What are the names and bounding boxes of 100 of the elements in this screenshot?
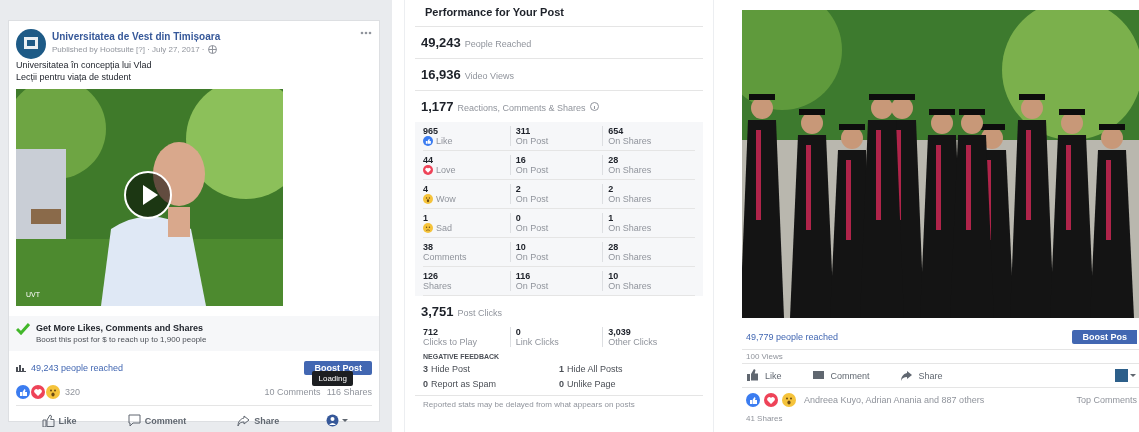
stat-label: Post Clicks xyxy=(457,308,503,318)
wow-reaction-icon xyxy=(782,393,796,407)
feedback-label: Hide All Posts xyxy=(567,364,623,374)
breakdown-value: 2 xyxy=(608,184,615,194)
breakdown-value: 654 xyxy=(608,126,625,136)
info-icon xyxy=(589,102,599,111)
breakdown-label: On Shares xyxy=(608,136,652,146)
post-text: Lecții pentru viața de student xyxy=(15,71,133,83)
breakdown-label: Love xyxy=(436,165,456,175)
breakdown-label: On Post xyxy=(515,165,549,175)
top-comments-selector[interactable]: Top Comments xyxy=(1076,395,1137,405)
feedback-count: 0 xyxy=(559,379,564,389)
clicks-label: Clicks to Play xyxy=(423,337,478,347)
page-name-link[interactable]: Universitatea de Vest din Timișoara xyxy=(52,31,354,42)
wow-reaction-icon xyxy=(46,385,60,399)
breakdown-value: 126 xyxy=(423,271,440,281)
breakdown-value: 28 xyxy=(608,242,620,252)
breakdown-value: 1 xyxy=(608,213,615,223)
love-reaction-icon xyxy=(31,385,45,399)
post-text: Universitatea în concepția lui Vlad xyxy=(15,59,153,71)
stat-value: 1,177 xyxy=(421,99,454,114)
wow-reaction-icon xyxy=(423,194,433,204)
breakdown-value: 2 xyxy=(515,184,522,194)
reactors-link[interactable]: Andreea Kuyo, Adrian Anania and 887 others xyxy=(804,395,985,405)
checkmark-icon xyxy=(16,323,30,335)
breakdown-label: On Post xyxy=(515,281,549,291)
breakdown-value: 10 xyxy=(608,271,620,281)
feedback-count: 0 xyxy=(423,379,428,389)
reaction-count[interactable]: 320 xyxy=(65,387,81,397)
breakdown-label: On Post xyxy=(515,252,549,262)
shares-count-link[interactable]: 41 Shares xyxy=(742,412,1139,425)
breakdown-value: 28 xyxy=(608,155,620,165)
breakdown-value: 965 xyxy=(423,126,440,136)
people-reached-link[interactable]: 49,779 people reached xyxy=(746,332,839,342)
breakdown-value: 116 xyxy=(515,271,532,281)
feedback-label: Unlike Page xyxy=(567,379,616,389)
breakdown-label: On Post xyxy=(515,223,549,233)
like-reaction-icon xyxy=(423,136,433,146)
clicks-label: Other Clicks xyxy=(608,337,659,347)
globe-icon xyxy=(207,45,217,54)
breakdown-value: 16 xyxy=(515,155,527,165)
love-reaction-icon xyxy=(764,393,778,407)
feedback-label: Report as Spam xyxy=(431,379,497,389)
bar-chart-icon xyxy=(16,364,26,372)
stat-value: 49,243 xyxy=(421,35,461,50)
breakdown-label: On Shares xyxy=(608,281,652,291)
stat-value: 16,936 xyxy=(421,67,461,82)
breakdown-value: 38 xyxy=(423,242,434,252)
page-logo-icon xyxy=(16,29,46,59)
breakdown-label: On Shares xyxy=(608,223,652,233)
clicks-value: 0 xyxy=(515,327,522,337)
stat-label: People Reached xyxy=(464,39,532,49)
loading-tooltip: Loading xyxy=(312,371,353,386)
breakdown-label: Like xyxy=(436,136,453,146)
feedback-count: 3 xyxy=(423,364,428,374)
breakdown-value: 44 xyxy=(423,155,434,165)
thumbs-up-icon xyxy=(746,369,759,382)
shares-count-link[interactable]: 116 Shares xyxy=(326,387,372,397)
breakdown-label: Shares xyxy=(423,281,452,291)
page-avatar-icon xyxy=(1115,369,1137,382)
breakdown-label: On Post xyxy=(515,194,549,204)
feedback-count: 1 xyxy=(559,364,564,374)
post-action-button[interactable]: Comment xyxy=(123,412,191,429)
share-arrow-icon xyxy=(899,369,913,382)
views-count: 100 Views xyxy=(742,350,1139,364)
breakdown-label: On Shares xyxy=(608,194,652,204)
speech-bubble-icon xyxy=(811,369,825,382)
post-meta: Published by Hootsuite [?] · July 27, 2017 · xyxy=(52,45,205,54)
breakdown-value: 4 xyxy=(423,184,429,194)
breakdown-label: On Post xyxy=(515,136,549,146)
speech-bubble-icon xyxy=(127,414,141,427)
post-action-button[interactable]: Share xyxy=(233,412,284,429)
panel-title: Performance for Your Post xyxy=(415,4,703,27)
boost-post-button[interactable]: Boost Pos xyxy=(1072,330,1137,344)
share-arrow-icon xyxy=(237,414,251,427)
breakdown-label: On Shares xyxy=(608,252,652,262)
more-options-icon[interactable] xyxy=(360,31,372,35)
feedback-label: Hide Post xyxy=(431,364,471,374)
thumbs-up-icon xyxy=(41,414,55,427)
promo-title: Get More Likes, Comments and Shares xyxy=(36,323,205,333)
post-action-button[interactable]: Share xyxy=(899,369,943,382)
breakdown-value: 311 xyxy=(515,126,532,136)
breakdown-label: Wow xyxy=(436,194,456,204)
post-action-button[interactable]: Like xyxy=(37,412,81,429)
breakdown-label: On Shares xyxy=(608,165,652,175)
post-action-button[interactable]: Comment xyxy=(811,369,870,382)
comments-count-link[interactable]: 10 Comments xyxy=(264,387,321,397)
people-reached-link[interactable]: 49,243 people reached xyxy=(31,363,124,373)
stat-label: Reactions, Comments & Shares xyxy=(457,103,586,113)
sad-reaction-icon xyxy=(423,223,433,233)
breakdown-value: 1 xyxy=(423,213,429,223)
like-reaction-icon xyxy=(16,385,30,399)
stat-label: Video Views xyxy=(464,71,514,81)
post-action-button[interactable]: Like xyxy=(746,369,782,382)
promo-subtitle: Boost this post for $ to reach up to 1,900 people xyxy=(36,335,207,344)
like-reaction-icon xyxy=(746,393,760,407)
footnote: Reported stats may be delayed from what appears on posts xyxy=(422,399,636,411)
clicks-value: 3,039 xyxy=(608,327,632,337)
breakdown-value: 0 xyxy=(515,213,522,223)
clicks-value: 712 xyxy=(423,327,440,337)
